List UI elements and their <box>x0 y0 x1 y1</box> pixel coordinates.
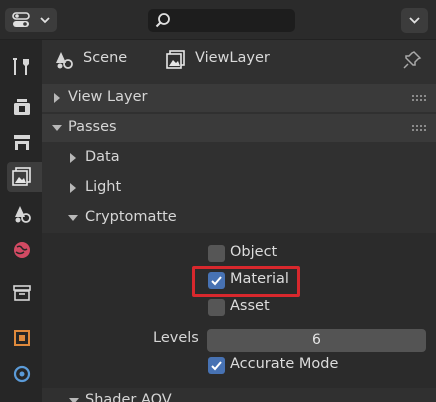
view-layer-label[interactable]: ViewLayer <box>195 50 270 66</box>
header-bar <box>0 0 436 40</box>
triangle-right-icon <box>70 153 76 163</box>
collection-icon <box>13 285 31 301</box>
properties-panel: Scene ViewLayer View Layer Passes Data L… <box>42 40 436 402</box>
subpanel-cryptomatte-header[interactable]: Cryptomatte <box>42 204 436 232</box>
properties-tab-column <box>0 40 42 402</box>
accurate-mode-checkbox-row[interactable]: Accurate Mode <box>208 355 348 377</box>
scene-label[interactable]: Scene <box>83 50 127 66</box>
panel-view-layer-label: View Layer <box>68 89 148 105</box>
checkmark-icon <box>211 361 222 371</box>
modifier-icon <box>13 365 31 383</box>
tab-object[interactable] <box>7 323 37 353</box>
subpanel-shader-aov-header[interactable]: Shader AOV <box>42 388 436 402</box>
world-icon <box>14 242 30 258</box>
view-layer-icon[interactable] <box>165 49 187 71</box>
chevron-down-icon <box>40 17 50 24</box>
subpanel-light-label: Light <box>85 179 122 195</box>
scene-icon <box>15 206 31 223</box>
asset-checkbox-row[interactable]: Asset <box>208 297 298 319</box>
levels-number-field[interactable]: 6 <box>207 329 426 352</box>
triangle-down-icon <box>68 215 78 221</box>
accurate-mode-checkbox[interactable] <box>208 357 225 374</box>
drag-grip-icon[interactable] <box>412 95 428 101</box>
accurate-mode-checkbox-label: Accurate Mode <box>230 356 339 372</box>
blender-properties-editor: Scene ViewLayer View Layer Passes Data L… <box>0 0 436 402</box>
subpanel-shader-aov-label: Shader AOV <box>85 392 172 402</box>
editor-type-button[interactable] <box>5 8 57 32</box>
output-icon <box>14 135 30 150</box>
tool-icon <box>13 58 29 75</box>
tab-output[interactable] <box>7 128 37 158</box>
asset-checkbox[interactable] <box>208 299 225 316</box>
tab-scene[interactable] <box>7 199 37 229</box>
object-icon <box>14 330 30 346</box>
asset-checkbox-label: Asset <box>230 298 270 314</box>
object-checkbox-row[interactable]: Object <box>208 243 298 265</box>
triangle-down-icon <box>69 398 79 402</box>
context-breadcrumb: Scene ViewLayer <box>42 40 436 80</box>
levels-label: Levels <box>153 330 199 346</box>
triangle-down-icon <box>52 125 62 131</box>
search-icon <box>155 13 170 28</box>
material-highlight-box <box>192 266 300 297</box>
panel-passes-label: Passes <box>68 119 117 135</box>
search-input[interactable] <box>176 11 291 30</box>
triangle-right-icon <box>54 93 60 103</box>
tab-render[interactable] <box>7 92 37 122</box>
tab-tool[interactable] <box>7 52 37 82</box>
tab-view-layer[interactable] <box>7 162 42 192</box>
object-checkbox-label: Object <box>230 244 278 260</box>
pin-icon[interactable] <box>402 50 422 70</box>
chevron-down-icon <box>409 17 420 24</box>
tab-collection[interactable] <box>7 278 37 308</box>
tab-world[interactable] <box>7 235 37 265</box>
triangle-right-icon <box>70 183 76 193</box>
subpanel-data-header[interactable]: Data <box>42 144 436 172</box>
panel-passes-header[interactable]: Passes <box>42 114 436 142</box>
options-dropdown-button[interactable] <box>401 8 428 33</box>
view-layer-icon <box>12 167 31 186</box>
subpanel-data-label: Data <box>85 149 120 165</box>
search-field[interactable] <box>148 9 295 32</box>
render-icon <box>14 99 30 115</box>
drag-grip-icon[interactable] <box>412 125 428 131</box>
subpanel-cryptomatte-label: Cryptomatte <box>85 209 177 225</box>
scene-icon[interactable] <box>53 49 75 71</box>
panel-view-layer-header[interactable]: View Layer <box>42 84 436 112</box>
tab-modifier[interactable] <box>7 359 37 389</box>
object-checkbox[interactable] <box>208 245 225 262</box>
subpanel-light-header[interactable]: Light <box>42 174 436 202</box>
properties-editor-icon <box>12 12 30 27</box>
